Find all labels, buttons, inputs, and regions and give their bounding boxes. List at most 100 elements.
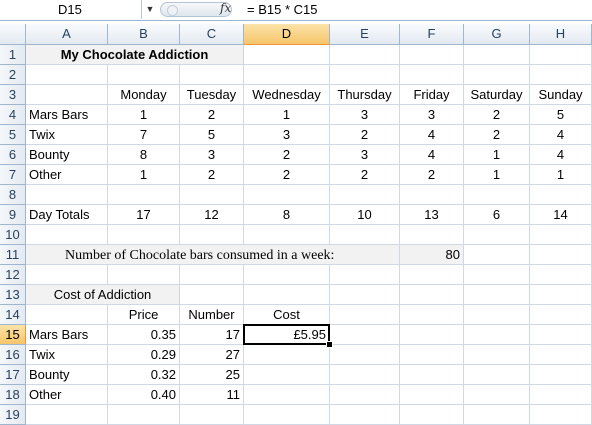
data-cell[interactable]: 2	[400, 165, 464, 185]
cost-cell[interactable]: £5.95	[244, 325, 330, 345]
cost-cell[interactable]	[244, 345, 330, 365]
number-cell[interactable]: 11	[180, 385, 244, 405]
grid-cell[interactable]	[530, 45, 592, 65]
row-header-8[interactable]: 8	[0, 185, 26, 205]
grid-cell[interactable]	[180, 225, 244, 245]
grid-cell[interactable]	[400, 185, 464, 205]
grid-cell[interactable]	[26, 265, 108, 285]
grid-cell[interactable]	[330, 365, 400, 385]
grid-cell[interactable]	[108, 405, 180, 425]
row-header-17[interactable]: 17	[0, 365, 26, 385]
grid-cell[interactable]	[180, 405, 244, 425]
cost-cell[interactable]	[244, 385, 330, 405]
grid-cell[interactable]	[180, 265, 244, 285]
data-cell[interactable]: 2	[244, 165, 330, 185]
grid-cell[interactable]	[244, 45, 330, 65]
grid-cell[interactable]	[180, 285, 244, 305]
grid-cell[interactable]	[330, 345, 400, 365]
grid-cell[interactable]	[108, 65, 180, 85]
grid-cell[interactable]	[530, 285, 592, 305]
price-header[interactable]: Price	[108, 305, 180, 325]
data-cell[interactable]: 1	[108, 165, 180, 185]
grid-cell[interactable]	[464, 245, 530, 265]
data-cell[interactable]: 2	[330, 125, 400, 145]
grid-cell[interactable]	[330, 45, 400, 65]
day-total-cell[interactable]: 8	[244, 205, 330, 225]
data-cell[interactable]: 3	[330, 105, 400, 125]
day-total-cell[interactable]: 6	[464, 205, 530, 225]
weekly-total-value[interactable]: 80	[400, 245, 464, 265]
grid-cell[interactable]	[330, 385, 400, 405]
grid-cell[interactable]	[464, 45, 530, 65]
chevron-down-icon[interactable]: ▼	[143, 0, 157, 19]
sheet-title[interactable]: My Chocolate Addiction	[26, 45, 244, 65]
grid-cell[interactable]	[400, 385, 464, 405]
row-header-14[interactable]: 14	[0, 305, 26, 325]
grid-cell[interactable]	[464, 185, 530, 205]
number-cell[interactable]: 17	[180, 325, 244, 345]
row-label[interactable]: Twix	[26, 125, 108, 145]
data-cell[interactable]: 7	[108, 125, 180, 145]
day-total-cell[interactable]: 17	[108, 205, 180, 225]
day-total-cell[interactable]: 12	[180, 205, 244, 225]
grid-cell[interactable]	[244, 265, 330, 285]
grid-cell[interactable]	[400, 285, 464, 305]
data-cell[interactable]: 5	[180, 125, 244, 145]
data-cell[interactable]: 8	[108, 145, 180, 165]
number-cell[interactable]: 27	[180, 345, 244, 365]
day-total-cell[interactable]: 10	[330, 205, 400, 225]
row-header-2[interactable]: 2	[0, 65, 26, 85]
number-header[interactable]: Number	[180, 305, 244, 325]
row-header-16[interactable]: 16	[0, 345, 26, 365]
row-header-12[interactable]: 12	[0, 265, 26, 285]
day-header[interactable]: Sunday	[530, 85, 592, 105]
grid-cell[interactable]	[26, 225, 108, 245]
grid-cell[interactable]	[400, 365, 464, 385]
row-header-1[interactable]: 1	[0, 45, 26, 65]
data-cell[interactable]: 1	[108, 105, 180, 125]
grid-cell[interactable]	[330, 265, 400, 285]
grid-cell[interactable]	[244, 405, 330, 425]
grid-cell[interactable]	[330, 305, 400, 325]
cost-item-name[interactable]: Twix	[26, 345, 108, 365]
day-header[interactable]: Friday	[400, 85, 464, 105]
data-cell[interactable]: 5	[530, 105, 592, 125]
grid-cell[interactable]	[400, 45, 464, 65]
price-cell[interactable]: 0.32	[108, 365, 180, 385]
grid-cell[interactable]	[330, 225, 400, 245]
row-header-7[interactable]: 7	[0, 165, 26, 185]
grid-cell[interactable]	[530, 345, 592, 365]
column-header-e[interactable]: E	[330, 24, 400, 45]
grid-cell[interactable]	[464, 325, 530, 345]
column-header-a[interactable]: A	[26, 24, 108, 45]
grid-cell[interactable]	[26, 65, 108, 85]
row-header-11[interactable]: 11	[0, 245, 26, 265]
grid-cell[interactable]	[530, 265, 592, 285]
row-header-9[interactable]: 9	[0, 205, 26, 225]
row-header-4[interactable]: 4	[0, 105, 26, 125]
grid-cell[interactable]	[530, 225, 592, 245]
fill-handle[interactable]	[326, 341, 333, 348]
grid-cell[interactable]	[26, 305, 108, 325]
data-cell[interactable]: 2	[330, 165, 400, 185]
grid-cell[interactable]	[464, 265, 530, 285]
grid-cell[interactable]	[108, 225, 180, 245]
data-cell[interactable]: 3	[400, 105, 464, 125]
day-header[interactable]: Saturday	[464, 85, 530, 105]
grid-cell[interactable]	[464, 305, 530, 325]
grid-cell[interactable]	[530, 185, 592, 205]
cost-header[interactable]: Cost	[244, 305, 330, 325]
grid-cell[interactable]	[330, 65, 400, 85]
grid-cell[interactable]	[330, 325, 400, 345]
data-cell[interactable]: 4	[400, 125, 464, 145]
data-cell[interactable]: 2	[464, 105, 530, 125]
row-header-15[interactable]: 15	[0, 325, 26, 345]
grid-cell[interactable]	[530, 65, 592, 85]
grid-cell[interactable]	[400, 225, 464, 245]
grid-cell[interactable]	[464, 285, 530, 305]
day-header[interactable]: Monday	[108, 85, 180, 105]
column-header-d[interactable]: D	[244, 24, 330, 45]
grid-cell[interactable]	[464, 405, 530, 425]
row-header-13[interactable]: 13	[0, 285, 26, 305]
grid-cell[interactable]	[400, 305, 464, 325]
